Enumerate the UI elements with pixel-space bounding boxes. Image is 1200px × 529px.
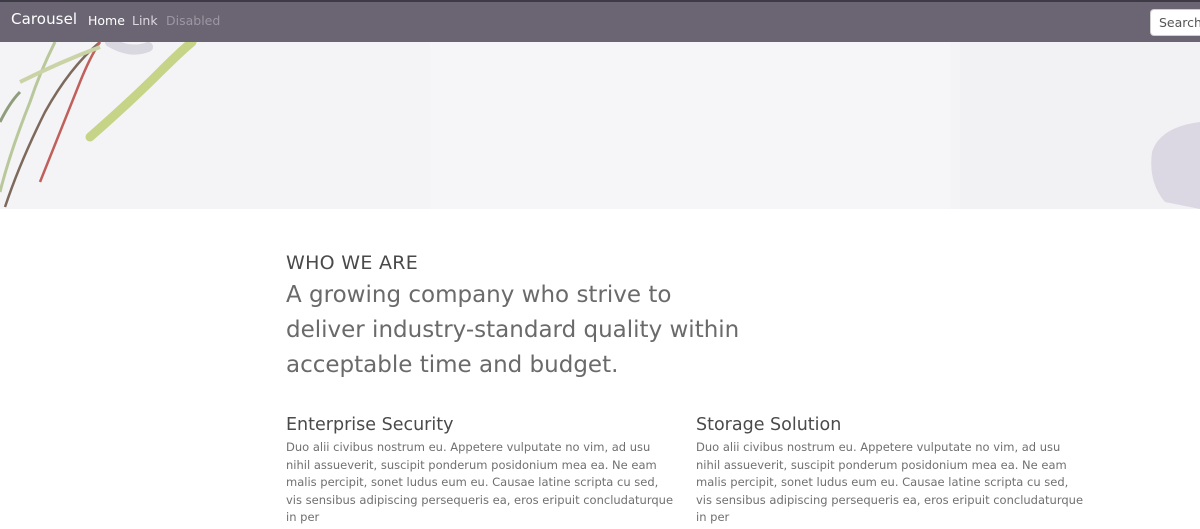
section-heading: WHO WE ARE (286, 252, 419, 274)
carousel-slide[interactable] (0, 42, 1200, 209)
search-input[interactable]: Search (1150, 9, 1200, 36)
top-navbar: Carousel Home Link Disabled Search (0, 0, 1200, 42)
carousel-slide-image (0, 42, 1200, 209)
feature-title: Enterprise Security (286, 415, 454, 435)
feature-storage-solution: Storage Solution Duo alii civibus nostru… (696, 415, 1086, 527)
nav-link-home[interactable]: Home (88, 13, 125, 28)
feature-text: Duo alii civibus nostrum eu. Appetere vu… (696, 440, 1084, 524)
feature-text: Duo alii civibus nostrum eu. Appetere vu… (286, 440, 674, 524)
lead-paragraph: A growing company who strive to deliver … (286, 282, 740, 378)
nav-link-disabled: Disabled (166, 13, 221, 28)
brand-link[interactable]: Carousel (11, 10, 77, 28)
feature-title: Storage Solution (696, 415, 842, 435)
feature-enterprise-security: Enterprise Security Duo alii civibus nos… (286, 415, 676, 527)
nav-link-link[interactable]: Link (132, 13, 158, 28)
who-we-are-section: WHO WE ARE A growing company who strive … (286, 252, 1106, 524)
